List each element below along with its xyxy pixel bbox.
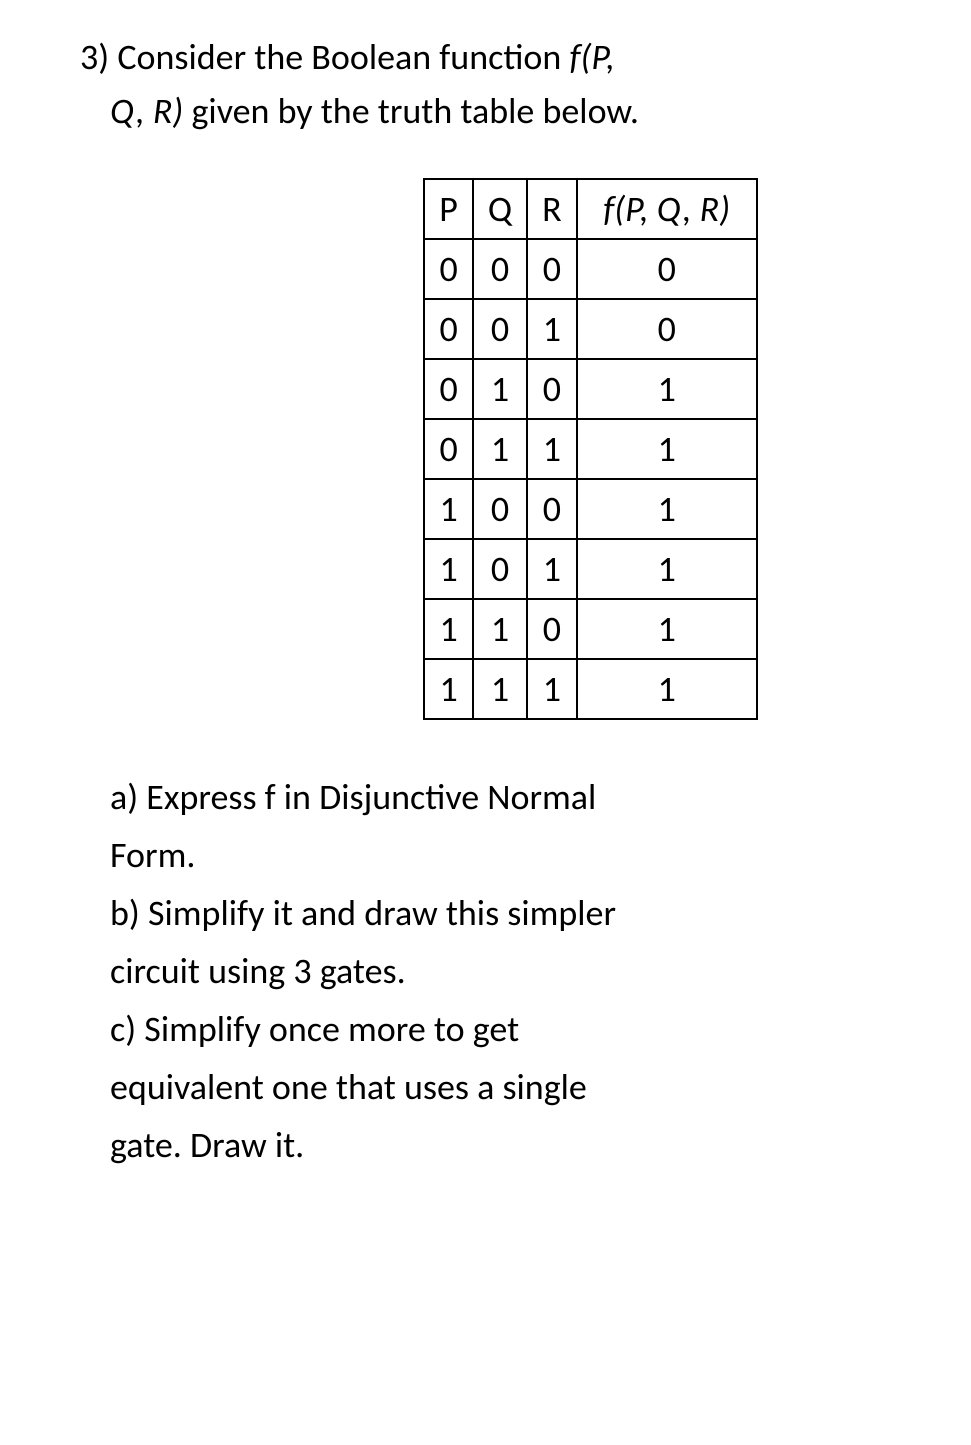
cell-r: 1: [527, 419, 577, 479]
part-c-line-3: gate. Draw it.: [110, 1118, 931, 1172]
cell-p: 1: [424, 659, 473, 719]
intro-line-2: Q, R) given by the truth table below.: [110, 84, 931, 138]
cell-p: 0: [424, 419, 473, 479]
table-row: 0 0 0 0: [424, 239, 756, 299]
truth-table-wrap: P Q R f(P, Q, R) 0 0 0 0 0 0 1 0: [250, 178, 931, 720]
cell-q: 1: [473, 659, 527, 719]
cell-r: 0: [527, 359, 577, 419]
intro-line-1: 3) Consider the Boolean function f(P,: [80, 30, 931, 84]
table-row: 0 0 1 0: [424, 299, 756, 359]
part-a-line-1: a) Express f in Disjunctive Normal: [110, 770, 931, 824]
cell-f: 0: [577, 239, 757, 299]
cell-q: 1: [473, 419, 527, 479]
table-row: 0 1 1 1: [424, 419, 756, 479]
part-b-line-2: circuit using 3 gates.: [110, 944, 931, 998]
intro-fn-1: f(P,: [569, 35, 614, 79]
cell-p: 0: [424, 299, 473, 359]
cell-f: 0: [577, 299, 757, 359]
cell-p: 1: [424, 599, 473, 659]
header-q: Q: [473, 179, 527, 239]
cell-r: 1: [527, 299, 577, 359]
table-row: 1 0 1 1: [424, 539, 756, 599]
header-p: P: [424, 179, 473, 239]
cell-f: 1: [577, 479, 757, 539]
header-r: R: [527, 179, 577, 239]
cell-p: 0: [424, 359, 473, 419]
table-row: 1 1 1 1: [424, 659, 756, 719]
cell-r: 0: [527, 239, 577, 299]
question-intro: 3) Consider the Boolean function f(P, Q,…: [80, 30, 931, 138]
cell-r: 0: [527, 479, 577, 539]
cell-f: 1: [577, 359, 757, 419]
cell-p: 0: [424, 239, 473, 299]
part-c-line-2: equivalent one that uses a single: [110, 1060, 931, 1114]
table-row: 0 1 0 1: [424, 359, 756, 419]
cell-q: 0: [473, 479, 527, 539]
table-row: 1 0 0 1: [424, 479, 756, 539]
part-b-line-1: b) Simplify it and draw this simpler: [110, 886, 931, 940]
header-f: f(P, Q, R): [577, 179, 757, 239]
cell-f: 1: [577, 599, 757, 659]
intro-text-1: Consider the Boolean function: [117, 35, 569, 79]
cell-q: 0: [473, 239, 527, 299]
cell-q: 1: [473, 599, 527, 659]
cell-p: 1: [424, 539, 473, 599]
cell-r: 1: [527, 539, 577, 599]
table-row: 1 1 0 1: [424, 599, 756, 659]
cell-r: 1: [527, 659, 577, 719]
question-parts: a) Express f in Disjunctive Normal Form.…: [110, 770, 931, 1172]
cell-f: 1: [577, 539, 757, 599]
page: 3) Consider the Boolean function f(P, Q,…: [0, 0, 971, 1216]
intro-fn-2: Q, R): [110, 89, 183, 133]
cell-r: 0: [527, 599, 577, 659]
cell-q: 0: [473, 299, 527, 359]
cell-q: 0: [473, 539, 527, 599]
cell-f: 1: [577, 419, 757, 479]
table-header-row: P Q R f(P, Q, R): [424, 179, 756, 239]
cell-q: 1: [473, 359, 527, 419]
truth-table: P Q R f(P, Q, R) 0 0 0 0 0 0 1 0: [423, 178, 757, 720]
cell-p: 1: [424, 479, 473, 539]
cell-f: 1: [577, 659, 757, 719]
question-number: 3): [80, 35, 109, 79]
intro-text-2: given by the truth table below.: [183, 89, 639, 133]
part-c-line-1: c) Simplify once more to get: [110, 1002, 931, 1056]
part-a-line-2: Form.: [110, 828, 931, 882]
